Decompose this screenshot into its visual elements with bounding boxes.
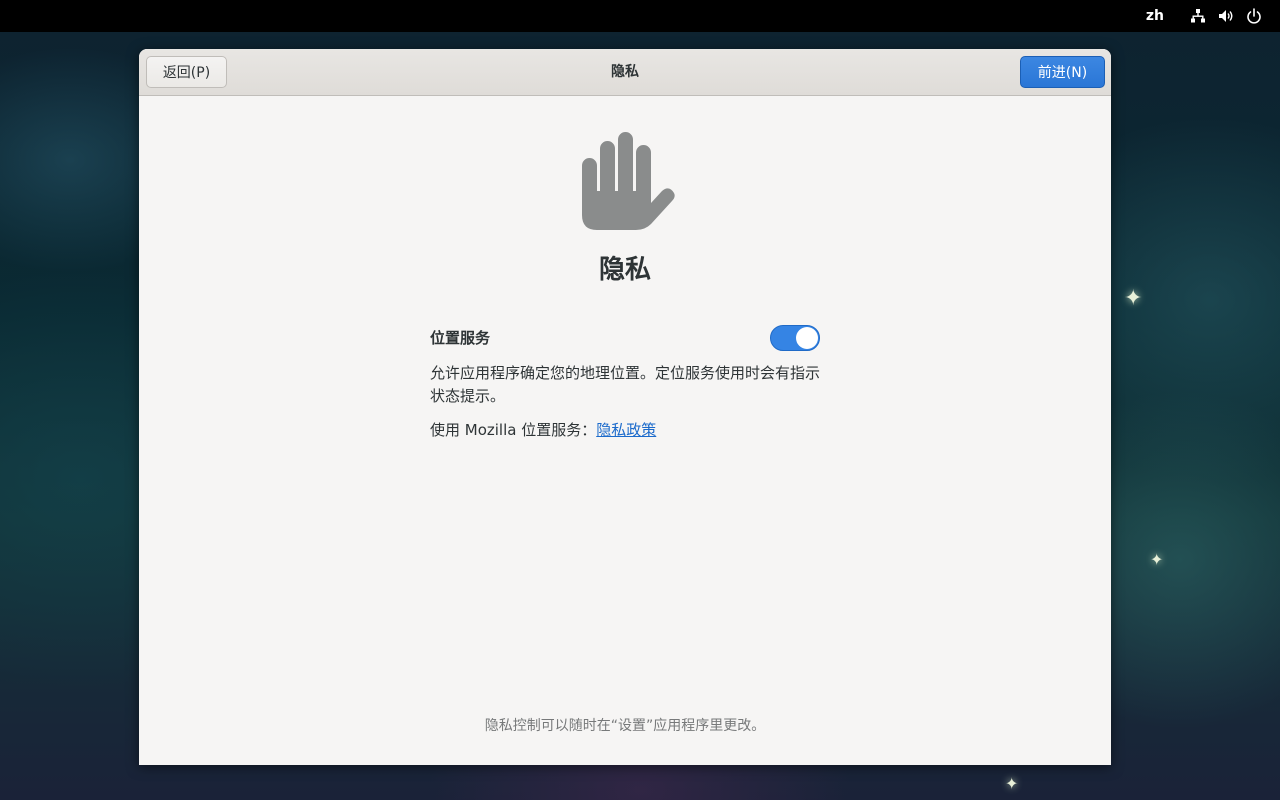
- setup-window: 返回(P) 隐私 前进(N) 隐私 位置服务 允许应用程序确定您的地理位置。定位…: [139, 49, 1111, 765]
- location-services-toggle[interactable]: [770, 325, 820, 351]
- power-icon[interactable]: [1246, 8, 1262, 24]
- language-indicator[interactable]: zh: [1146, 0, 1164, 32]
- privacy-policy-line: 使用 Mozilla 位置服务：隐私政策: [430, 419, 656, 440]
- star-decoration: ✦: [1124, 286, 1143, 311]
- volume-icon[interactable]: [1218, 8, 1234, 24]
- top-bar: zh: [0, 0, 1280, 32]
- header-bar: 返回(P) 隐私 前进(N): [139, 49, 1111, 96]
- hand-stop-icon: [581, 131, 677, 231]
- window-title: 隐私: [611, 64, 639, 80]
- star-decoration: ✦: [1005, 774, 1019, 793]
- next-button[interactable]: 前进(N): [1020, 56, 1105, 88]
- star-decoration: ✦: [1150, 550, 1164, 569]
- privacy-policy-link[interactable]: 隐私政策: [596, 421, 656, 439]
- location-services-title: 位置服务: [430, 329, 491, 347]
- page-heading: 隐私: [598, 255, 651, 285]
- footer-note: 隐私控制可以随时在“设置”应用程序里更改。: [484, 718, 766, 734]
- network-icon[interactable]: [1190, 8, 1206, 24]
- policy-prefix: 使用 Mozilla 位置服务：: [430, 421, 597, 439]
- toggle-knob: [796, 327, 818, 349]
- location-services-description: 允许应用程序确定您的地理位置。定位服务使用时会有指示状态提示。: [430, 364, 821, 405]
